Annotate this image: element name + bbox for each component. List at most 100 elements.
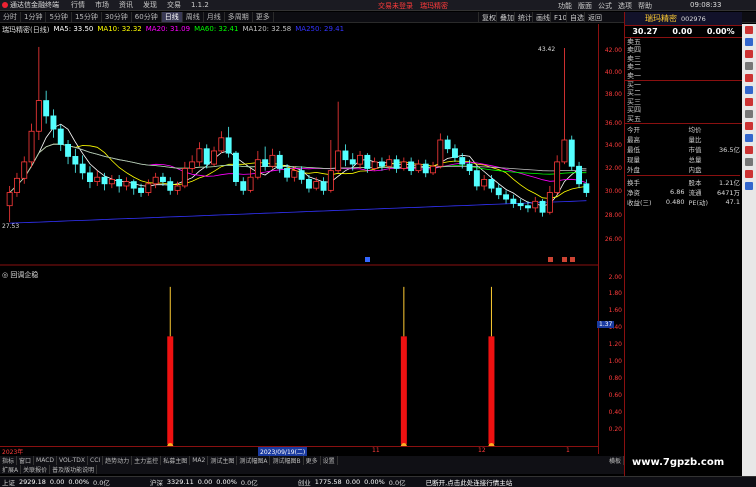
- candle-body: [57, 128, 64, 145]
- candle-body: [393, 159, 400, 169]
- candle-body: [466, 163, 473, 172]
- candle-body: [415, 163, 422, 172]
- kline-chart[interactable]: 43.42 27.53: [0, 24, 598, 454]
- candle-body: [269, 154, 276, 167]
- menu-faxian[interactable]: 发现: [143, 0, 157, 10]
- candle-body: [50, 115, 57, 130]
- signal-bar: [488, 336, 495, 444]
- sub-tick: 1.60: [608, 307, 622, 314]
- watermark: www.7gpzb.com: [632, 457, 725, 468]
- btab-zhibiao[interactable]: 指标: [0, 456, 18, 465]
- menu-bangzhu[interactable]: 帮助: [638, 1, 652, 11]
- btab-main-monitor[interactable]: 主力监控: [132, 456, 162, 465]
- btab-test-a[interactable]: 测试幅图A: [237, 456, 271, 465]
- side-block-icon[interactable]: [745, 98, 753, 106]
- menu-version[interactable]: 1.1.2: [191, 1, 209, 9]
- candle-body: [298, 170, 305, 180]
- btab-cci[interactable]: CCI: [88, 456, 104, 465]
- tab-weekly[interactable]: 周线: [183, 12, 204, 22]
- side-tools-icon[interactable]: [745, 110, 753, 118]
- side-hot-icon[interactable]: [745, 122, 753, 130]
- x-label-month-1: 1: [566, 447, 570, 454]
- candle-body: [65, 143, 72, 157]
- stat-row: 今开 均价: [627, 124, 740, 134]
- tab-5min[interactable]: 5分钟: [46, 12, 72, 22]
- stat-row: 收益(三) 0.480 PE(动) 47.1: [627, 197, 740, 207]
- candle-body: [444, 139, 451, 150]
- candle-body: [203, 148, 210, 165]
- candle-body: [13, 177, 20, 193]
- stat-key: 现量: [627, 155, 640, 164]
- candle-body: [28, 130, 35, 163]
- stat-key: 最低: [627, 145, 640, 154]
- signal-bar: [400, 336, 407, 444]
- side-quote-icon[interactable]: [745, 26, 753, 34]
- side-chart-icon[interactable]: [745, 38, 753, 46]
- tab-60min[interactable]: 60分钟: [132, 12, 162, 22]
- side-settings-icon[interactable]: [745, 158, 753, 166]
- btab-trend[interactable]: 趋势动力: [103, 456, 133, 465]
- menu-zixun[interactable]: 资讯: [119, 0, 133, 10]
- tab-30min[interactable]: 30分钟: [102, 12, 132, 22]
- btab-horizontal[interactable]: 横板: [607, 456, 624, 465]
- sub-tick: 0.20: [608, 426, 622, 433]
- price-pct: 0.00%: [706, 27, 735, 36]
- side-news-icon[interactable]: [745, 50, 753, 58]
- menu-xuanxiang[interactable]: 选项: [618, 1, 632, 11]
- side-list-icon[interactable]: [745, 146, 753, 154]
- tab-monthly[interactable]: 月线: [204, 12, 225, 22]
- menu-jiaoyi[interactable]: 交易: [167, 0, 181, 10]
- menu-shichang[interactable]: 市场: [95, 0, 109, 10]
- kline-svg[interactable]: 43.42 27.53: [0, 24, 598, 446]
- menu-hangqing[interactable]: 行情: [71, 0, 85, 10]
- btab-ext-a[interactable]: 扩展A: [0, 465, 22, 474]
- side-f10-icon[interactable]: [745, 62, 753, 70]
- menu-bar: 通达信金融终端 行情 市场 资讯 发现 交易 1.1.2 交易未登录 瑞玛精密 …: [0, 0, 756, 11]
- candle-body: [524, 205, 531, 209]
- btab-more[interactable]: 更多: [304, 456, 321, 465]
- btab-ma2[interactable]: MA2: [190, 456, 209, 465]
- btab-related-quote[interactable]: 关联报价: [21, 465, 51, 474]
- btab-vol-tdx[interactable]: VOL-TDX: [57, 456, 88, 465]
- stat-key: 总量: [688, 155, 702, 164]
- side-compare-icon[interactable]: [745, 86, 753, 94]
- tab-more[interactable]: 更多: [253, 12, 274, 22]
- menu-gongshi[interactable]: 公式: [598, 1, 612, 11]
- tab-1min[interactable]: 1分钟: [21, 12, 47, 22]
- btab-private-main[interactable]: 私募主图: [161, 456, 191, 465]
- side-fund-icon[interactable]: [745, 134, 753, 142]
- sub-tick: 1.20: [608, 341, 622, 348]
- candle-body: [189, 161, 196, 169]
- btab-test-main[interactable]: 测试主图: [208, 456, 238, 465]
- trade-login-status[interactable]: 交易未登录: [378, 1, 413, 11]
- quote-summary: 30.27 0.00 0.00%: [625, 26, 742, 38]
- side-up-icon[interactable]: [745, 170, 753, 178]
- ma-legend: 瑞玛精密(日线) MA5: 33.50 MA10: 32.32 MA20: 31…: [2, 25, 344, 34]
- btab-test-b[interactable]: 测试幅图B: [270, 456, 304, 465]
- tool-fanhui[interactable]: 返回: [584, 12, 605, 23]
- sh-index-label[interactable]: 上证: [2, 477, 15, 487]
- sz-index-label[interactable]: 沪深: [150, 477, 163, 487]
- connection-message[interactable]: 已断开,点击此处连接行情主站: [426, 477, 513, 487]
- btab-macd[interactable]: MACD: [34, 456, 58, 465]
- status-bar: 上证 2929.18 0.00 0.00% 0.0亿 沪深 3329.11 0.…: [0, 476, 756, 487]
- cy-index-label[interactable]: 创业: [298, 477, 311, 487]
- btab-help[interactable]: 普及版功能说明: [50, 465, 98, 474]
- stat-row: 净资 6.86 流通 6471万: [627, 187, 740, 197]
- btab-chuangkou[interactable]: 窗口: [17, 456, 35, 465]
- x-label-month-11: 11: [372, 447, 380, 454]
- menu-gongneng[interactable]: 功能: [558, 1, 572, 11]
- stat-row: 外盘 内盘: [627, 164, 740, 174]
- stock-name: 瑞玛精密: [645, 14, 677, 23]
- cy-index-value: 1775.58: [314, 478, 342, 486]
- tab-15min[interactable]: 15分钟: [72, 12, 102, 22]
- candle-body: [305, 179, 312, 189]
- btab-settings[interactable]: 设置: [321, 456, 338, 465]
- side-down-icon[interactable]: [745, 182, 753, 190]
- side-alert-icon[interactable]: [745, 74, 753, 82]
- tab-multi-period[interactable]: 多周期: [225, 12, 253, 22]
- candle-body: [240, 181, 247, 191]
- tab-daily[interactable]: 日线: [161, 12, 183, 22]
- tab-fenshi[interactable]: 分时: [0, 12, 21, 22]
- menu-banmian[interactable]: 版面: [578, 1, 592, 11]
